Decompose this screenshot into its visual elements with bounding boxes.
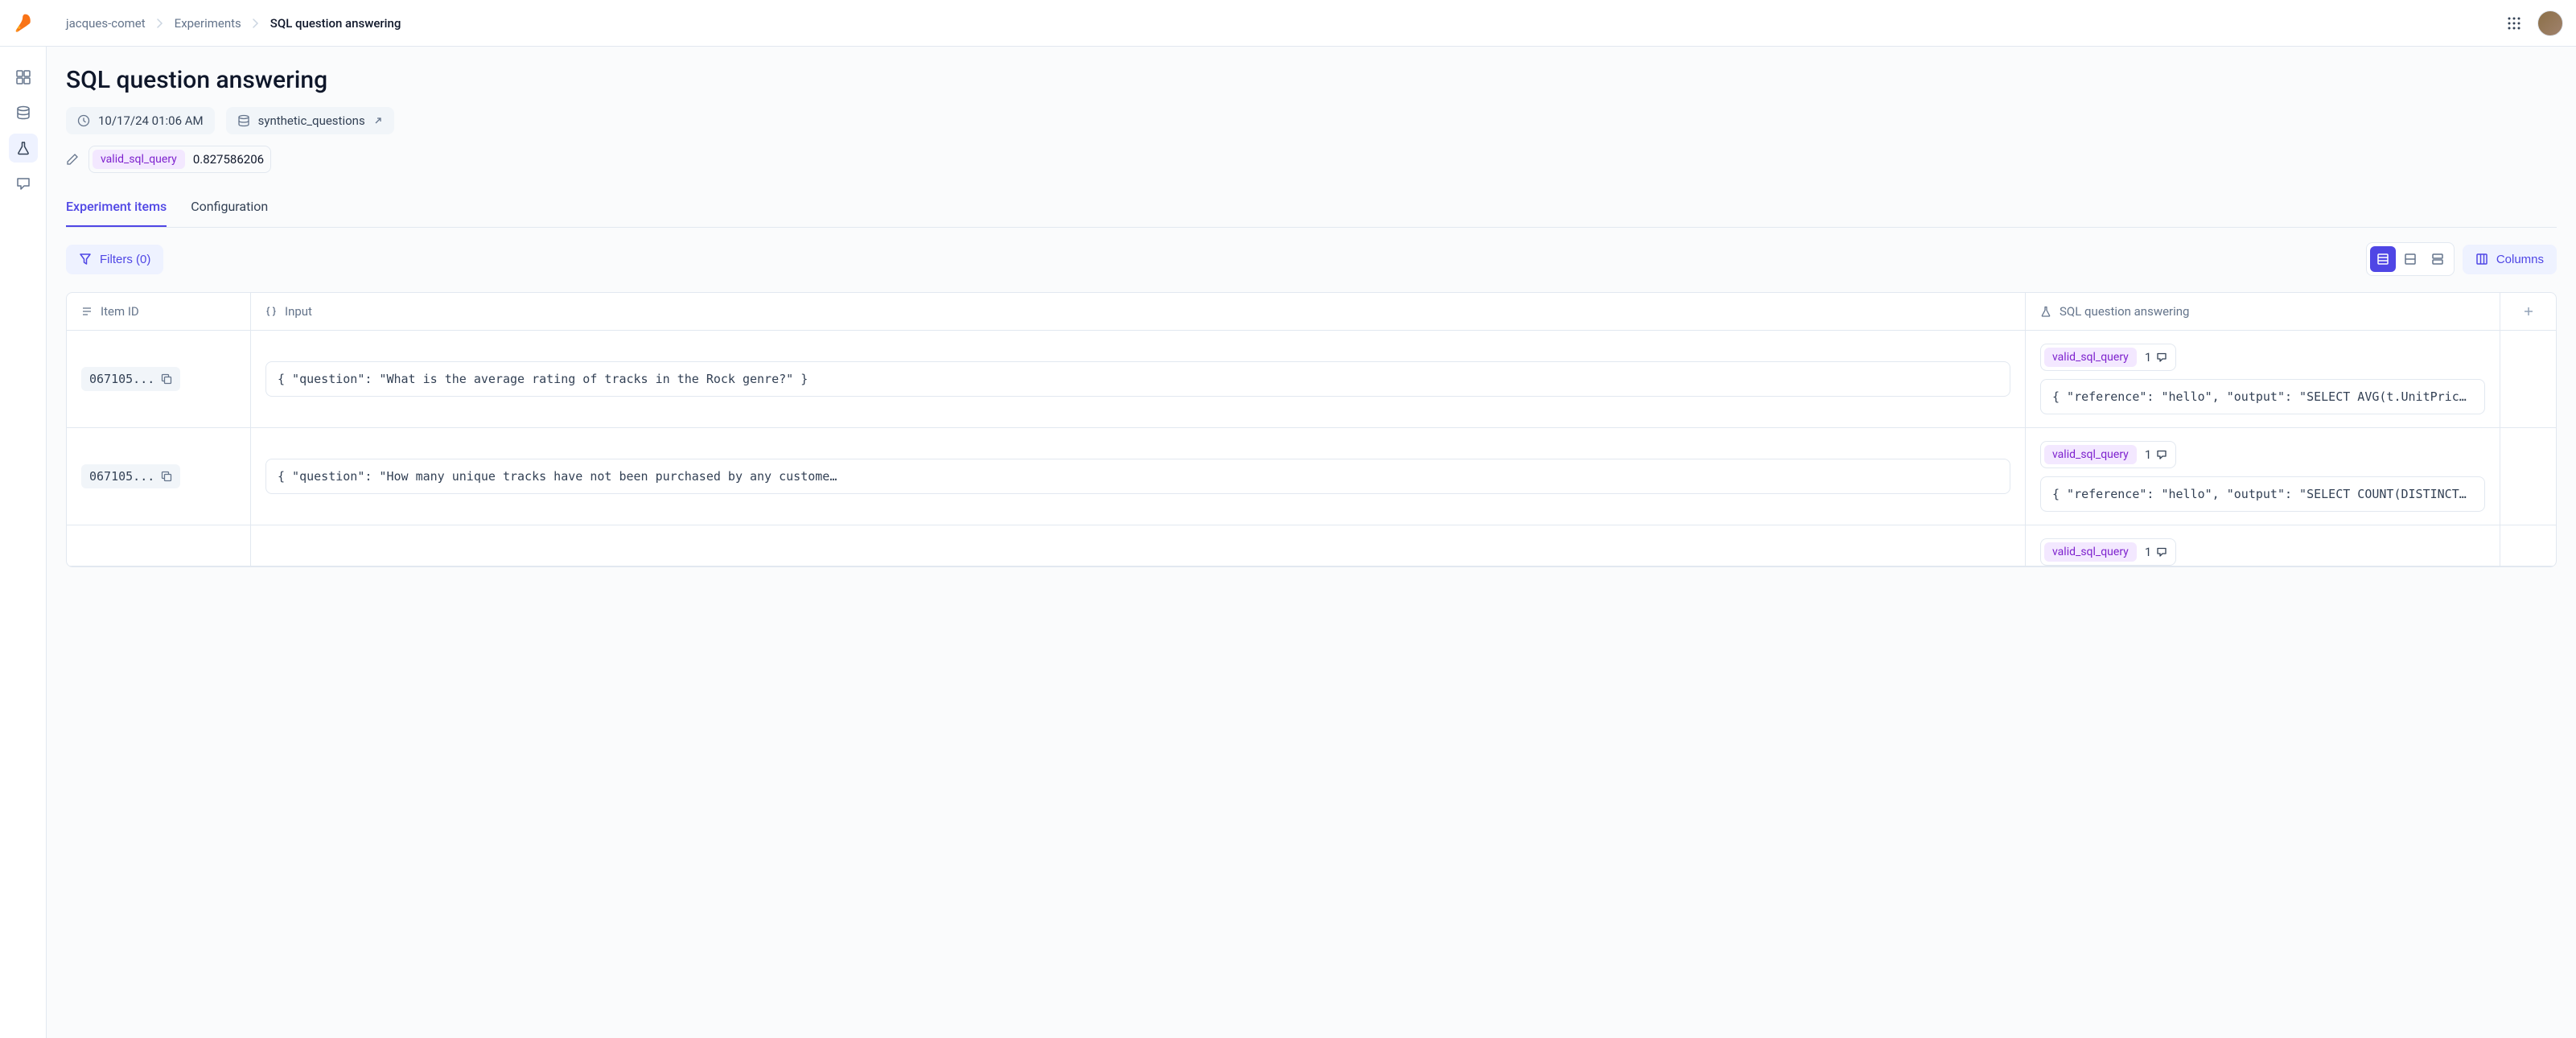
table-row[interactable]: 067105... { "question": "What is the ave… [67,331,2556,428]
table-row[interactable]: valid_sql_query 1 [67,525,2556,566]
chat-icon [2156,352,2167,363]
result-count: 1 [2145,545,2167,559]
cell-empty [2500,331,2556,427]
text-icon [81,306,93,317]
column-header-id[interactable]: Item ID [67,293,250,330]
column-header-sql[interactable]: SQL question answering [2025,293,2500,330]
chat-icon [2156,449,2167,460]
toolbar-right: Columns [2366,242,2557,276]
chat-icon [2156,546,2167,558]
cell-sql: valid_sql_query 1 { "reference": "hello"… [2025,331,2500,427]
view-compact-button[interactable] [2370,246,2396,272]
input-code[interactable]: { "question": "What is the average ratin… [265,361,2010,397]
topbar-right [2507,10,2563,36]
result-metric-name: valid_sql_query [2044,445,2137,464]
breadcrumb-section[interactable]: Experiments [175,16,241,31]
avatar[interactable] [2537,10,2563,36]
sidebar-item-feedback[interactable] [9,169,38,198]
cell-id: 067105... [67,331,250,427]
dataset-pill[interactable]: synthetic_questions [226,107,394,134]
sidebar-item-experiments[interactable] [9,134,38,163]
page-title: SQL question answering [66,66,2557,94]
flask-icon [16,141,31,155]
breadcrumb-workspace[interactable]: jacques-comet [66,16,146,31]
table-row[interactable]: 067105... { "question": "How many unique… [67,428,2556,525]
metric-chip: valid_sql_query 0.827586206 [88,146,271,173]
result-metric-chip[interactable]: valid_sql_query 1 [2040,344,2176,371]
cell-input [250,525,2025,566]
sidebar [0,47,47,1038]
filters-button[interactable]: Filters (0) [66,245,163,274]
metric-row: valid_sql_query 0.827586206 [66,146,2557,173]
rows-large-icon [2431,253,2444,266]
cell-sql: valid_sql_query 1 [2025,525,2500,566]
comet-logo-icon [12,12,35,35]
pencil-icon[interactable] [66,153,79,166]
result-metric-chip[interactable]: valid_sql_query 1 [2040,538,2176,566]
cell-id: 067105... [67,428,250,525]
apps-grid-icon[interactable] [2507,16,2521,31]
table-header: Item ID Input SQL question answering [67,293,2556,331]
column-header-input[interactable]: Input [250,293,2025,330]
main-content: SQL question answering 10/17/24 01:06 AM… [47,47,2576,1038]
result-count: 1 [2145,350,2167,365]
chevron-right-icon [253,19,259,28]
output-code[interactable]: { "reference": "hello", "output": "SELEC… [2040,379,2485,414]
tabs: Experiment items Configuration [66,191,2557,228]
id-chip: 067105... [81,464,180,488]
tab-experiment-items[interactable]: Experiment items [66,191,167,227]
output-code[interactable]: { "reference": "hello", "output": "SELEC… [2040,476,2485,512]
sidebar-item-datasets[interactable] [9,98,38,127]
data-table: Item ID Input SQL question answering [66,292,2557,567]
id-chip: 067105... [81,367,180,391]
view-large-button[interactable] [2425,246,2450,272]
result-count: 1 [2145,447,2167,462]
cell-empty [2500,525,2556,566]
breadcrumb-current: SQL question answering [270,16,401,31]
columns-button[interactable]: Columns [2463,245,2557,274]
dataset-name: synthetic_questions [258,113,365,128]
toolbar: Filters (0) [66,242,2557,276]
logo[interactable] [0,0,47,47]
filter-icon [79,253,92,266]
chat-icon [16,176,31,191]
view-density-group [2366,242,2455,276]
copy-icon[interactable] [161,373,172,385]
timestamp-pill: 10/17/24 01:06 AM [66,107,215,134]
rows-dense-icon [2376,253,2389,266]
cell-sql: valid_sql_query 1 { "reference": "hello"… [2025,428,2500,525]
braces-icon [265,306,277,317]
input-code[interactable]: { "question": "How many unique tracks ha… [265,459,2010,494]
add-column-button[interactable] [2500,293,2556,330]
external-link-icon [373,116,383,126]
columns-icon [2475,253,2488,266]
rows-medium-icon [2404,253,2417,266]
cell-input: { "question": "What is the average ratin… [250,331,2025,427]
sidebar-item-dashboard[interactable] [9,63,38,92]
view-medium-button[interactable] [2397,246,2423,272]
plus-icon [2522,305,2535,318]
tab-configuration[interactable]: Configuration [191,191,268,227]
flask-icon [2040,306,2051,317]
filters-label: Filters (0) [100,253,150,266]
chevron-right-icon [157,19,163,28]
database-icon [237,114,250,127]
cell-id [67,525,250,566]
clock-icon [77,114,90,127]
cell-empty [2500,428,2556,525]
timestamp-value: 10/17/24 01:06 AM [98,113,204,128]
grid-icon [16,70,31,84]
result-metric-name: valid_sql_query [2044,542,2137,562]
result-metric-name: valid_sql_query [2044,348,2137,367]
cell-input: { "question": "How many unique tracks ha… [250,428,2025,525]
copy-icon[interactable] [161,471,172,482]
breadcrumb: jacques-comet Experiments SQL question a… [66,16,401,31]
result-metric-chip[interactable]: valid_sql_query 1 [2040,441,2176,468]
metric-name: valid_sql_query [93,150,185,169]
meta-row: 10/17/24 01:06 AM synthetic_questions [66,107,2557,134]
columns-label: Columns [2496,253,2544,266]
database-icon [16,105,31,120]
topbar: jacques-comet Experiments SQL question a… [0,0,2576,47]
metric-value: 0.827586206 [193,152,264,167]
